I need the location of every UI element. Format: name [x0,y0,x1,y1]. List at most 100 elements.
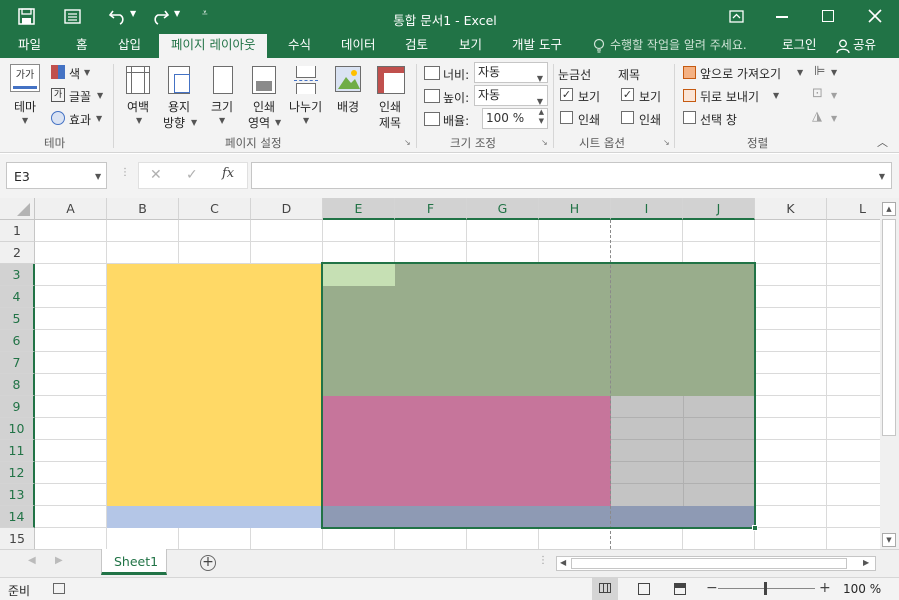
headings-view-checkbox[interactable]: ✓ [621,88,634,101]
column-header-j[interactable]: J [683,198,755,220]
column-header-i[interactable]: I [611,198,683,220]
column-header-f[interactable]: F [395,198,467,220]
orientation-button-line2[interactable]: 방향 [163,114,185,131]
worksheet-grid[interactable]: A B C D E F G H I J K L 1 2 3 4 5 6 7 8 … [0,198,880,549]
row-header-15[interactable]: 15 [0,528,35,549]
align-icon[interactable]: ⊫ [814,64,825,79]
scroll-down-icon[interactable]: ▼ [882,533,896,547]
row-header-8[interactable]: 8 [0,374,35,396]
tell-me-search[interactable]: 수행할 작업을 알려 주세요. [610,34,747,58]
themes-button[interactable]: 테마 [14,98,36,115]
row-header-5[interactable]: 5 [0,308,35,330]
row-header-2[interactable]: 2 [0,242,35,264]
theme-colors-button[interactable]: 색 [69,65,80,82]
form-icon[interactable] [64,8,82,26]
tab-developer[interactable]: 개발 도구 [512,34,562,58]
row-header-10[interactable]: 10 [0,418,35,440]
save-icon[interactable] [18,8,36,26]
row-header-11[interactable]: 11 [0,440,35,462]
horizontal-scrollbar[interactable]: ◀ ▶ [556,556,876,571]
redo-dropdown-icon[interactable]: ▼ [174,9,180,18]
bring-forward-button[interactable]: 앞으로 가져오기 [700,65,781,82]
zoom-slider-handle[interactable] [764,582,767,595]
chevron-down-icon[interactable]: ▼ [96,114,102,123]
gridlines-print-checkbox[interactable] [560,111,573,124]
column-header-e[interactable]: E [323,198,395,220]
column-header-h[interactable]: H [539,198,611,220]
print-titles-button-line2[interactable]: 제목 [379,114,401,131]
tab-formulas[interactable]: 수식 [288,34,311,58]
close-icon[interactable] [868,9,882,23]
chevron-down-icon[interactable]: ▼ [773,91,779,100]
row-header-13[interactable]: 13 [0,484,35,506]
print-area-button-line2[interactable]: 영역 [248,114,270,131]
horizontal-scroll-thumb[interactable] [571,558,847,569]
ribbon-display-options-icon[interactable] [729,10,745,24]
tab-home[interactable]: 홈 [76,34,88,58]
gridlines-view-checkbox[interactable]: ✓ [560,88,573,101]
scroll-sheets-left-icon[interactable]: ◀ [28,555,36,566]
macro-record-icon[interactable] [53,583,65,594]
margins-button[interactable]: 여백 [127,98,149,115]
chevron-down-icon[interactable]: ▼ [136,116,142,125]
page-setup-launcher-icon[interactable]: ↘ [404,138,411,147]
minimize-icon[interactable] [776,16,788,18]
column-header-l[interactable]: L [827,198,880,220]
zoom-in-icon[interactable]: + [819,580,831,596]
chevron-down-icon[interactable]: ▼ [275,118,281,127]
undo-icon[interactable] [108,7,128,25]
theme-fonts-button[interactable]: 글꼴 [69,88,91,105]
normal-view-button[interactable] [592,577,618,600]
vertical-scrollbar[interactable]: ▲ ▼ [880,198,899,549]
tab-review[interactable]: 검토 [405,34,428,58]
tab-page-layout[interactable]: 페이지 레이아웃 [159,34,268,58]
width-dropdown[interactable]: 자동 ▼ [474,62,548,83]
zoom-out-icon[interactable]: − [706,580,718,596]
name-box[interactable]: E3 ▼ [6,162,107,189]
column-header-a[interactable]: A [35,198,107,220]
row-header-7[interactable]: 7 [0,352,35,374]
formula-input[interactable]: ▼ [251,162,892,189]
sign-in-link[interactable]: 로그인 [782,34,817,58]
yellow-fill-range[interactable] [107,264,323,506]
tab-file[interactable]: 파일 [18,34,41,58]
tab-view[interactable]: 보기 [459,34,482,58]
row-header-12[interactable]: 12 [0,462,35,484]
theme-effects-button[interactable]: 효과 [69,111,91,128]
chevron-down-icon[interactable]: ▼ [797,68,803,77]
print-titles-button[interactable]: 인쇄 [379,98,401,115]
headings-print-checkbox[interactable] [621,111,634,124]
undo-dropdown-icon[interactable]: ▼ [130,9,136,18]
sheet-options-launcher-icon[interactable]: ↘ [663,138,670,147]
maximize-icon[interactable] [822,10,834,22]
row-header-1[interactable]: 1 [0,220,35,242]
print-area-button[interactable]: 인쇄 [253,98,275,115]
scale-launcher-icon[interactable]: ↘ [541,138,548,147]
zoom-level[interactable]: 100 % [843,582,881,596]
row-header-3[interactable]: 3 [0,264,35,286]
add-sheet-icon[interactable]: + [200,555,216,571]
scroll-right-icon[interactable]: ▶ [863,558,869,567]
selection-pane-button[interactable]: 선택 창 [700,111,737,128]
chevron-down-icon[interactable]: ▼ [97,91,103,100]
column-header-k[interactable]: K [755,198,827,220]
tab-insert[interactable]: 삽입 [118,34,141,58]
scroll-up-icon[interactable]: ▲ [882,202,896,216]
chevron-down-icon[interactable]: ▼ [95,172,101,181]
row-header-9[interactable]: 9 [0,396,35,418]
breaks-button[interactable]: 나누기 [289,98,322,115]
column-header-d[interactable]: D [251,198,323,220]
column-header-c[interactable]: C [179,198,251,220]
collapse-ribbon-icon[interactable]: ︿ [877,134,888,150]
tab-split-handle-icon[interactable]: ⋮ [538,555,548,566]
chevron-down-icon[interactable]: ▼ [191,118,197,127]
row-header-6[interactable]: 6 [0,330,35,352]
customize-qat-icon[interactable]: ⩡ [202,8,208,19]
sheet-tab-sheet1[interactable]: Sheet1 [101,549,167,575]
blue-fill-range[interactable] [107,506,323,528]
themes-dropdown-icon[interactable]: ▼ [22,116,28,125]
scale-spinner[interactable]: 100 % ▲ ▼ [482,108,548,129]
background-button[interactable]: 배경 [337,98,359,115]
column-header-b[interactable]: B [107,198,179,220]
height-dropdown[interactable]: 자동 ▼ [474,85,548,106]
